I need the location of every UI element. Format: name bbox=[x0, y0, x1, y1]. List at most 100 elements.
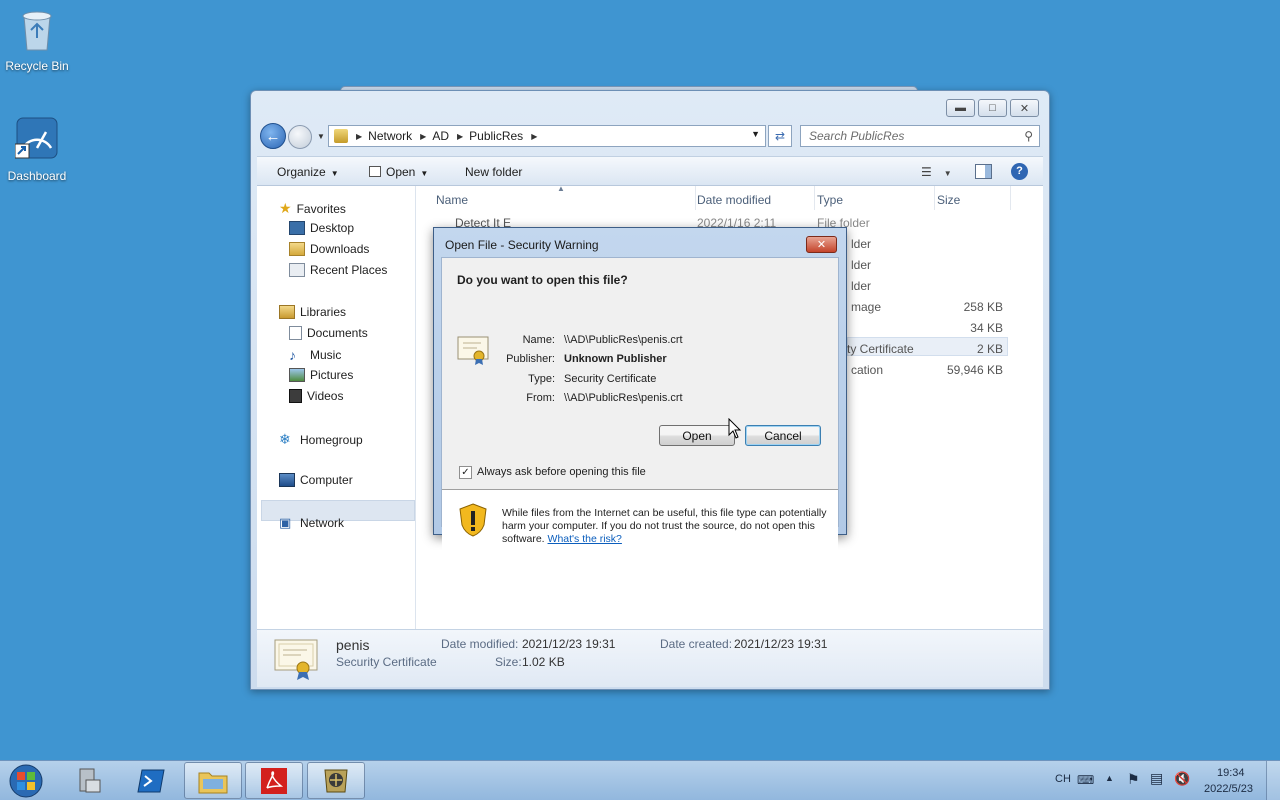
address-bar[interactable]: ▶ Network ▶ AD ▶ PublicRes ▶ ▼ bbox=[328, 125, 766, 147]
column-name[interactable]: Name bbox=[436, 186, 696, 210]
always-ask-checkbox[interactable]: ✓ bbox=[459, 466, 472, 479]
open-button[interactable]: Open ▼ bbox=[369, 165, 428, 179]
show-hidden-icons-icon[interactable]: ▲ bbox=[1105, 773, 1114, 783]
type-value: Security Certificate bbox=[564, 373, 657, 385]
folder-icon bbox=[198, 772, 228, 793]
breadcrumb-ad[interactable]: AD bbox=[432, 129, 449, 143]
file-type-fragment: mage bbox=[851, 300, 882, 314]
breadcrumb-separator-icon[interactable]: ▶ bbox=[420, 132, 426, 141]
search-placeholder: Search PublicRes bbox=[809, 129, 905, 143]
details-file-name: penis bbox=[336, 637, 370, 653]
nav-pictures[interactable]: Pictures bbox=[289, 368, 353, 382]
refresh-icon: ⇄ bbox=[774, 129, 786, 143]
nav-desktop[interactable]: Desktop bbox=[289, 221, 354, 235]
nav-computer[interactable]: Computer bbox=[279, 473, 353, 487]
nav-documents[interactable]: Documents bbox=[289, 326, 368, 340]
network-tray-icon[interactable]: ▤ bbox=[1150, 770, 1163, 787]
always-ask-label[interactable]: Always ask before opening this file bbox=[477, 466, 646, 478]
recent-pages-dropdown[interactable]: ▼ bbox=[317, 132, 325, 141]
minimize-button[interactable]: ▬ bbox=[946, 99, 975, 117]
chevron-down-icon: ▼ bbox=[420, 169, 429, 178]
language-indicator[interactable]: CH bbox=[1055, 773, 1071, 785]
open-button[interactable]: Open bbox=[659, 425, 735, 446]
nav-recent-places[interactable]: Recent Places bbox=[289, 263, 387, 277]
chevron-down-icon: ▼ bbox=[330, 169, 339, 178]
nav-network[interactable]: ▣ Network bbox=[279, 515, 344, 531]
cancel-button[interactable]: Cancel bbox=[745, 425, 821, 446]
details-file-type: Security Certificate bbox=[336, 655, 437, 669]
start-button[interactable] bbox=[4, 763, 48, 799]
desktop-icon-recycle-bin[interactable]: Recycle Bin bbox=[0, 6, 74, 73]
breadcrumb-separator-icon[interactable]: ▶ bbox=[531, 132, 537, 141]
file-size: 258 KB bbox=[963, 300, 1003, 314]
column-date-modified[interactable]: Date modified bbox=[697, 186, 815, 210]
nav-homegroup[interactable]: ❄ Homegroup bbox=[279, 431, 363, 448]
breadcrumb-separator-icon[interactable]: ▶ bbox=[457, 132, 463, 141]
organize-button[interactable]: Organize ▼ bbox=[277, 165, 339, 179]
clock-time[interactable]: 19:34 bbox=[1217, 767, 1245, 779]
back-button[interactable]: ← bbox=[260, 123, 286, 149]
search-icon[interactable]: ⚲ bbox=[1024, 129, 1033, 143]
taskbar-certificate-app[interactable] bbox=[307, 762, 365, 799]
nav-downloads[interactable]: Downloads bbox=[289, 242, 369, 256]
downloads-folder-icon bbox=[289, 242, 305, 256]
details-date-modified: 2021/12/23 19:31 bbox=[522, 637, 616, 651]
whats-the-risk-link[interactable]: What's the risk? bbox=[548, 533, 622, 545]
nav-libraries[interactable]: Libraries bbox=[279, 305, 346, 319]
taskbar-powershell[interactable] bbox=[122, 762, 180, 799]
details-size: 1.02 KB bbox=[522, 655, 565, 669]
taskbar-pdf-reader[interactable] bbox=[245, 762, 303, 799]
preview-pane-button[interactable] bbox=[975, 164, 992, 179]
change-view-button[interactable]: ☰ ▼ bbox=[921, 165, 952, 179]
open-label: Open bbox=[386, 165, 416, 179]
taskbar-explorer[interactable] bbox=[184, 762, 242, 799]
from-value: \\AD\PublicRes\penis.crt bbox=[564, 392, 683, 404]
taskbar-server-manager[interactable] bbox=[60, 762, 118, 799]
file-type-fragment: lder bbox=[851, 258, 872, 272]
file-size: 34 KB bbox=[970, 321, 1003, 335]
desktop-icon-dashboard[interactable]: Dashboard bbox=[0, 116, 74, 183]
breadcrumb-network[interactable]: Network bbox=[368, 129, 412, 143]
help-icon[interactable]: ? bbox=[1011, 163, 1028, 180]
libraries-icon bbox=[279, 305, 295, 319]
column-label: Size bbox=[937, 193, 961, 207]
computer-icon bbox=[279, 473, 295, 487]
dialog-close-button[interactable]: ✕ bbox=[806, 236, 837, 253]
nav-videos[interactable]: Videos bbox=[289, 389, 343, 403]
breadcrumb-publicres[interactable]: PublicRes bbox=[469, 129, 523, 143]
nav-label: Downloads bbox=[310, 242, 370, 256]
maximize-button[interactable]: □ bbox=[978, 99, 1007, 117]
file-size: 2 KB bbox=[976, 342, 1003, 356]
security-warning-dialog: Open File - Security Warning ✕ Do you wa… bbox=[433, 227, 847, 556]
address-dropdown-icon[interactable]: ▼ bbox=[751, 129, 760, 139]
nav-music[interactable]: ♪ Music bbox=[289, 347, 341, 363]
volume-muted-icon[interactable]: 🔇 bbox=[1174, 771, 1190, 787]
music-icon: ♪ bbox=[289, 347, 296, 363]
new-folder-button[interactable]: New folder bbox=[465, 165, 522, 179]
search-input[interactable]: Search PublicRes ⚲ bbox=[800, 125, 1040, 147]
forward-button[interactable] bbox=[288, 125, 312, 149]
nav-favorites[interactable]: ★ Favorites bbox=[279, 200, 346, 217]
refresh-button[interactable]: ⇄ bbox=[768, 125, 792, 147]
file-type-fragment: cation bbox=[851, 363, 884, 377]
navigation-pane: ★ Favorites Desktop Downloads Recent Plac… bbox=[257, 186, 416, 629]
close-button[interactable]: ✕ bbox=[1010, 99, 1039, 117]
show-desktop-button[interactable] bbox=[1266, 761, 1280, 800]
action-center-flag-icon[interactable]: ⚑ bbox=[1127, 771, 1140, 788]
recycle-bin-icon bbox=[22, 11, 52, 51]
dashboard-icon bbox=[14, 117, 58, 159]
clock-date[interactable]: 2022/5/23 bbox=[1204, 783, 1253, 795]
keyboard-icon[interactable]: ⌨ bbox=[1077, 773, 1094, 787]
nav-label: Desktop bbox=[310, 221, 355, 235]
taskbar: CH ⌨ ▲ ⚑ ▤ 🔇 19:34 2022/5/23 bbox=[0, 760, 1280, 800]
column-type[interactable]: Type bbox=[817, 186, 935, 210]
from-label: From: bbox=[526, 392, 555, 404]
videos-icon bbox=[289, 389, 302, 403]
breadcrumb-separator-icon[interactable]: ▶ bbox=[356, 132, 362, 141]
file-type-fragment: lder bbox=[851, 237, 872, 251]
details-date-created-label: Date created: bbox=[660, 637, 733, 651]
homegroup-icon: ❄ bbox=[279, 431, 291, 447]
chevron-down-icon: ▼ bbox=[943, 169, 952, 178]
caption-buttons: ▬ □ ✕ bbox=[946, 99, 1039, 117]
column-size[interactable]: Size bbox=[937, 186, 1011, 210]
